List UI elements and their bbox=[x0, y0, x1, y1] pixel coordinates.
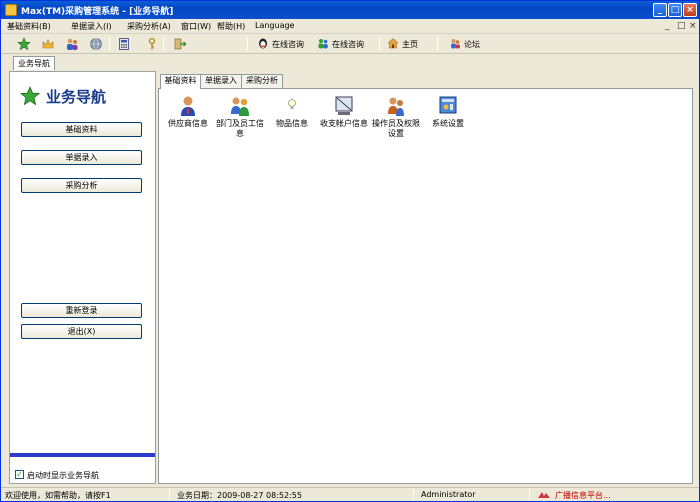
operator-permission-item[interactable]: 操作员及权限设置 bbox=[371, 93, 421, 143]
home-label: 主页 bbox=[402, 40, 418, 49]
relogin-button[interactable]: 重新登录 bbox=[21, 303, 142, 318]
toolbar: 在线咨询 在线咨询 主页 论坛 bbox=[1, 34, 699, 54]
globe-icon[interactable] bbox=[89, 37, 103, 51]
supplier-icon bbox=[181, 96, 195, 116]
menu-language[interactable]: Language bbox=[255, 21, 294, 30]
minimize-button[interactable]: _ bbox=[653, 3, 667, 17]
broadcast-icon bbox=[538, 492, 550, 498]
app-window: Max(TM)采购管理系统 - [业务导航] _ □ × 基础资料(B) 单据录… bbox=[0, 0, 700, 502]
key-icon[interactable] bbox=[145, 37, 159, 51]
business-navigation-panel: 业务导航 基础资料 单据录入 采购分析 重新登录 退出(X) ✓ 启动时显示业务… bbox=[9, 71, 156, 484]
document-entry-button[interactable]: 单据录入 bbox=[21, 150, 142, 165]
toolbar-separator bbox=[247, 37, 248, 51]
tab-purchase-analysis[interactable]: 采购分析 bbox=[241, 74, 283, 88]
mdi-close-button[interactable]: × bbox=[689, 21, 697, 31]
forum-label: 论坛 bbox=[464, 40, 480, 49]
toolbar-separator bbox=[437, 37, 438, 51]
toolbar-separator bbox=[109, 37, 110, 51]
online-consult-qq-label: 在线咨询 bbox=[272, 40, 304, 49]
basic-data-button[interactable]: 基础资料 bbox=[21, 122, 142, 137]
department-staff-label: 部门及员工信息 bbox=[216, 119, 264, 138]
online-consult-qq-link[interactable]: 在线咨询 bbox=[257, 36, 313, 52]
forum-icon bbox=[451, 39, 460, 49]
star-icon bbox=[20, 86, 40, 106]
window-title: Max(TM)采购管理系统 - [业务导航] bbox=[21, 7, 174, 17]
account-icon bbox=[335, 96, 353, 115]
close-button[interactable]: × bbox=[683, 3, 697, 17]
nav-title: 业务导航 bbox=[46, 88, 107, 106]
document-tab-strip: 业务导航 bbox=[1, 54, 699, 70]
content-panel: 基础资料 单据录入 采购分析 供应商信息 部门及员工信息 物品信息 收支帐户信息 bbox=[158, 74, 693, 484]
online-consult-msn-link[interactable]: 在线咨询 bbox=[317, 36, 373, 52]
status-broadcast-link[interactable]: 广播信息平台... bbox=[555, 490, 611, 501]
toolbar-separator bbox=[163, 37, 164, 51]
menu-document-entry[interactable]: 单据录入(I) bbox=[71, 21, 112, 32]
qq-penguin-icon bbox=[259, 38, 267, 49]
supplier-info-item[interactable]: 供应商信息 bbox=[163, 93, 213, 143]
menu-basic-data[interactable]: 基础资料(B) bbox=[7, 21, 51, 32]
users-icon[interactable] bbox=[65, 37, 79, 51]
status-bar: 欢迎使用，如需帮助，请按F1 业务日期：2009-08-27 08:52:55 … bbox=[1, 487, 699, 501]
basic-data-content: 供应商信息 部门及员工信息 物品信息 收支帐户信息 操作员及权限设置 系统设置 bbox=[158, 88, 693, 484]
app-icon bbox=[5, 4, 17, 16]
status-business-date: 业务日期：2009-08-27 08:52:55 bbox=[177, 491, 302, 500]
account-info-item[interactable]: 收支帐户信息 bbox=[319, 93, 369, 143]
purchase-analysis-button[interactable]: 采购分析 bbox=[21, 178, 142, 193]
title-bar: Max(TM)采购管理系统 - [业务导航] _ □ × bbox=[1, 1, 699, 19]
lightbulb-icon bbox=[288, 99, 296, 109]
calculator-icon[interactable] bbox=[117, 37, 131, 51]
msn-icon bbox=[318, 39, 328, 49]
system-settings-item[interactable]: 系统设置 bbox=[423, 93, 473, 143]
system-settings-label: 系统设置 bbox=[432, 119, 464, 128]
exit-icon[interactable] bbox=[173, 37, 187, 51]
system-settings-icon bbox=[439, 96, 457, 114]
department-staff-item[interactable]: 部门及员工信息 bbox=[215, 93, 265, 143]
toolbar-separator bbox=[379, 37, 380, 51]
tab-business-navigation[interactable]: 业务导航 bbox=[13, 56, 55, 70]
department-staff-icon bbox=[231, 97, 249, 116]
supplier-info-label: 供应商信息 bbox=[168, 119, 208, 128]
status-welcome: 欢迎使用，如需帮助，请按F1 bbox=[5, 491, 111, 500]
status-separator bbox=[169, 489, 170, 500]
operator-permission-icon bbox=[388, 97, 404, 116]
home-icon bbox=[387, 38, 399, 49]
show-on-startup-label[interactable]: 启动时显示业务导航 bbox=[27, 470, 99, 481]
menu-purchase-analysis[interactable]: 采购分析(A) bbox=[127, 21, 171, 32]
menu-window[interactable]: 窗口(W) bbox=[181, 21, 211, 32]
menu-help[interactable]: 帮助(H) bbox=[217, 21, 245, 32]
show-on-startup-checkbox[interactable]: ✓ bbox=[15, 470, 24, 479]
mdi-restore-button[interactable]: □ bbox=[677, 21, 686, 31]
tab-basic-data[interactable]: 基础资料 bbox=[160, 74, 201, 89]
status-separator bbox=[529, 489, 530, 500]
operator-permission-label: 操作员及权限设置 bbox=[372, 119, 420, 138]
home-link[interactable]: 主页 bbox=[387, 36, 427, 52]
star-icon[interactable] bbox=[17, 37, 31, 51]
status-user: Administrator bbox=[421, 490, 476, 499]
tab-document-entry[interactable]: 单据录入 bbox=[200, 74, 242, 88]
mdi-minimize-button[interactable]: _ bbox=[665, 21, 670, 31]
forum-link[interactable]: 论坛 bbox=[449, 36, 489, 52]
crown-icon[interactable] bbox=[41, 37, 55, 51]
menu-bar: 基础资料(B) 单据录入(I) 采购分析(A) 窗口(W) 帮助(H) Lang… bbox=[1, 19, 699, 34]
goods-info-item[interactable]: 物品信息 bbox=[267, 93, 317, 143]
exit-button[interactable]: 退出(X) bbox=[21, 324, 142, 339]
account-info-label: 收支帐户信息 bbox=[320, 119, 368, 128]
online-consult-msn-label: 在线咨询 bbox=[332, 40, 364, 49]
maximize-button[interactable]: □ bbox=[668, 3, 682, 17]
goods-info-label: 物品信息 bbox=[276, 119, 308, 128]
status-separator bbox=[413, 489, 414, 500]
panel-divider bbox=[10, 453, 155, 457]
